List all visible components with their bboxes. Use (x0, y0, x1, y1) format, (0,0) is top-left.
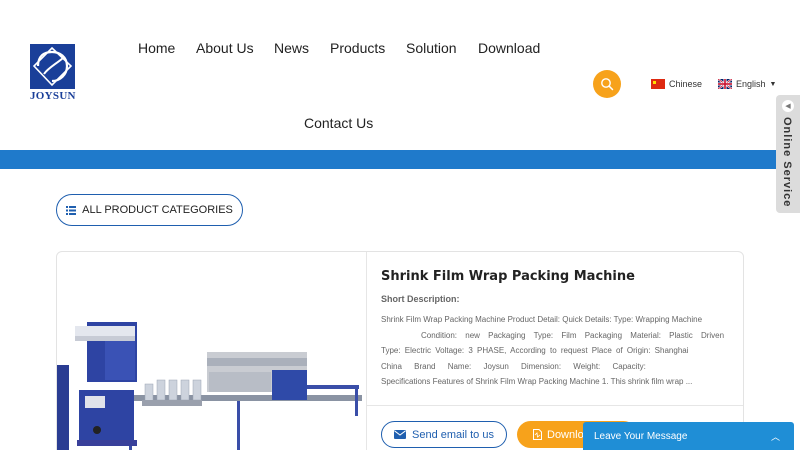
chevron-down-icon: ▼ (769, 80, 777, 88)
nav-news[interactable]: News (274, 40, 309, 56)
china-flag-icon (651, 79, 665, 89)
language-english-label: English (736, 79, 766, 89)
leave-message-label: Leave Your Message (594, 430, 688, 442)
product-image[interactable] (57, 300, 365, 450)
uk-flag-icon (718, 79, 732, 89)
pdf-file-icon (533, 429, 542, 440)
send-email-button[interactable]: Send email to us (381, 421, 507, 448)
card-horizontal-divider (367, 405, 743, 406)
all-product-categories-label: ALL PRODUCT CATEGORIES (82, 204, 233, 216)
leave-message-bar[interactable]: Leave Your Message ︿ (583, 422, 794, 450)
site-logo[interactable]: JOYSUN (30, 44, 76, 106)
description-line: China Brand Name: Joysun Dimension: Weig… (381, 361, 646, 371)
logo-text: JOYSUN (30, 90, 76, 102)
description-line: Shrink Film Wrap Packing Machine Product… (381, 315, 703, 324)
short-description-label: Short Description: (381, 294, 460, 304)
language-chinese[interactable]: Chinese (651, 79, 702, 89)
nav-home[interactable]: Home (138, 40, 175, 56)
logo-mark-icon (30, 44, 75, 89)
chevron-up-icon: ︿ (770, 431, 780, 442)
chevron-left-icon: ◀ (782, 100, 794, 112)
search-button[interactable] (593, 70, 621, 98)
list-icon (66, 205, 77, 215)
all-product-categories-button[interactable]: ALL PRODUCT CATEGORIES (56, 194, 243, 226)
card-divider (366, 252, 367, 450)
description-line: Type: Electric Voltage: 3 PHASE, Accordi… (381, 346, 689, 355)
online-service-label: Online Service (781, 117, 793, 208)
nav-contact-us[interactable]: Contact Us (304, 115, 373, 131)
search-icon (601, 78, 614, 91)
language-english[interactable]: English ▼ (718, 79, 776, 89)
send-email-label: Send email to us (412, 428, 494, 441)
envelope-icon (394, 430, 407, 439)
nav-about-us[interactable]: About Us (196, 40, 254, 56)
description-line: Condition: new Packaging Type: Film Pack… (421, 330, 725, 340)
online-service-tab[interactable]: ◀ Online Service (776, 95, 800, 213)
nav-download[interactable]: Download (478, 40, 540, 56)
nav-products[interactable]: Products (330, 40, 385, 56)
description-line: Specifications Features of Shrink Film W… (381, 377, 693, 386)
product-description: Shrink Film Wrap Packing Machine Product… (381, 312, 731, 390)
language-chinese-label: Chinese (669, 79, 703, 89)
banner-bar (0, 150, 800, 169)
product-title[interactable]: Shrink Film Wrap Packing Machine (381, 269, 635, 284)
nav-solution[interactable]: Solution (406, 40, 457, 56)
